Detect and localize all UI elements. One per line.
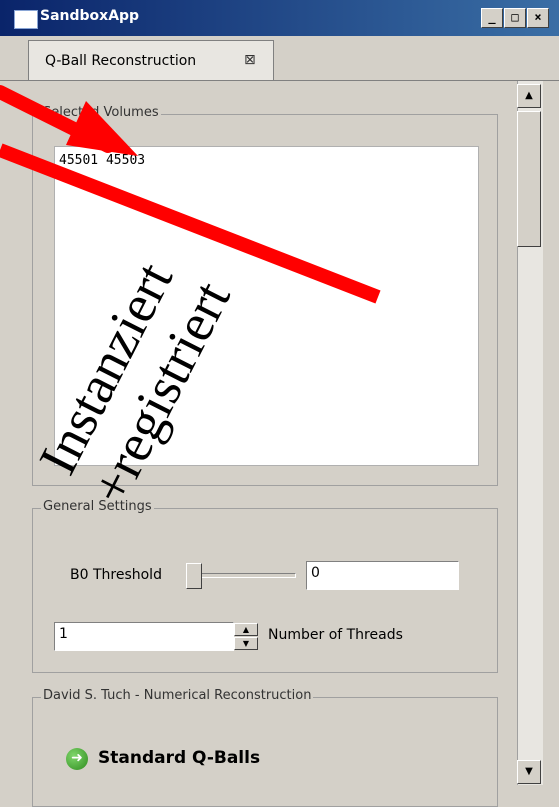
scroll-up-icon[interactable]: ▲ bbox=[517, 84, 541, 108]
tab-qball-reconstruction[interactable]: Q-Ball Reconstruction ⊠ bbox=[28, 40, 274, 80]
scroll-down-icon[interactable]: ▼ bbox=[517, 760, 541, 784]
b0-threshold-label: B0 Threshold bbox=[70, 567, 162, 583]
standard-qballs-button[interactable]: Standard Q-Balls bbox=[98, 748, 260, 768]
general-settings-title: General Settings bbox=[41, 499, 154, 514]
selected-volumes-list[interactable]: 45501 45503 bbox=[54, 146, 479, 466]
app-icon bbox=[14, 10, 38, 29]
minimize-button[interactable]: _ bbox=[481, 8, 503, 28]
selected-volumes-title: Selected Volumes bbox=[41, 105, 161, 120]
close-window-button[interactable]: × bbox=[527, 8, 549, 28]
b0-threshold-slider-handle[interactable] bbox=[186, 563, 202, 589]
number-of-threads-label: Number of Threads bbox=[268, 627, 403, 643]
b0-threshold-slider-track[interactable] bbox=[186, 573, 296, 578]
b0-threshold-input[interactable]: 0 bbox=[306, 561, 459, 590]
scrollbar-thumb[interactable] bbox=[517, 111, 541, 247]
tuch-reconstruction-title: David S. Tuch - Numerical Reconstruction bbox=[41, 688, 314, 703]
threads-spin-up-icon[interactable]: ▲ bbox=[234, 623, 258, 636]
selected-volumes-text: 45501 45503 bbox=[59, 153, 146, 168]
tab-label: Q-Ball Reconstruction bbox=[45, 53, 197, 69]
window-title: SandboxApp bbox=[40, 8, 140, 24]
title-bar: SandboxApp _ □ × bbox=[0, 0, 559, 36]
number-of-threads-input[interactable]: 1 bbox=[54, 622, 234, 651]
play-arrow-icon[interactable]: ➜ bbox=[66, 748, 88, 770]
tab-close-icon[interactable]: ⊠ bbox=[244, 52, 256, 68]
maximize-button[interactable]: □ bbox=[504, 8, 526, 28]
threads-spin-down-icon[interactable]: ▼ bbox=[234, 637, 258, 650]
